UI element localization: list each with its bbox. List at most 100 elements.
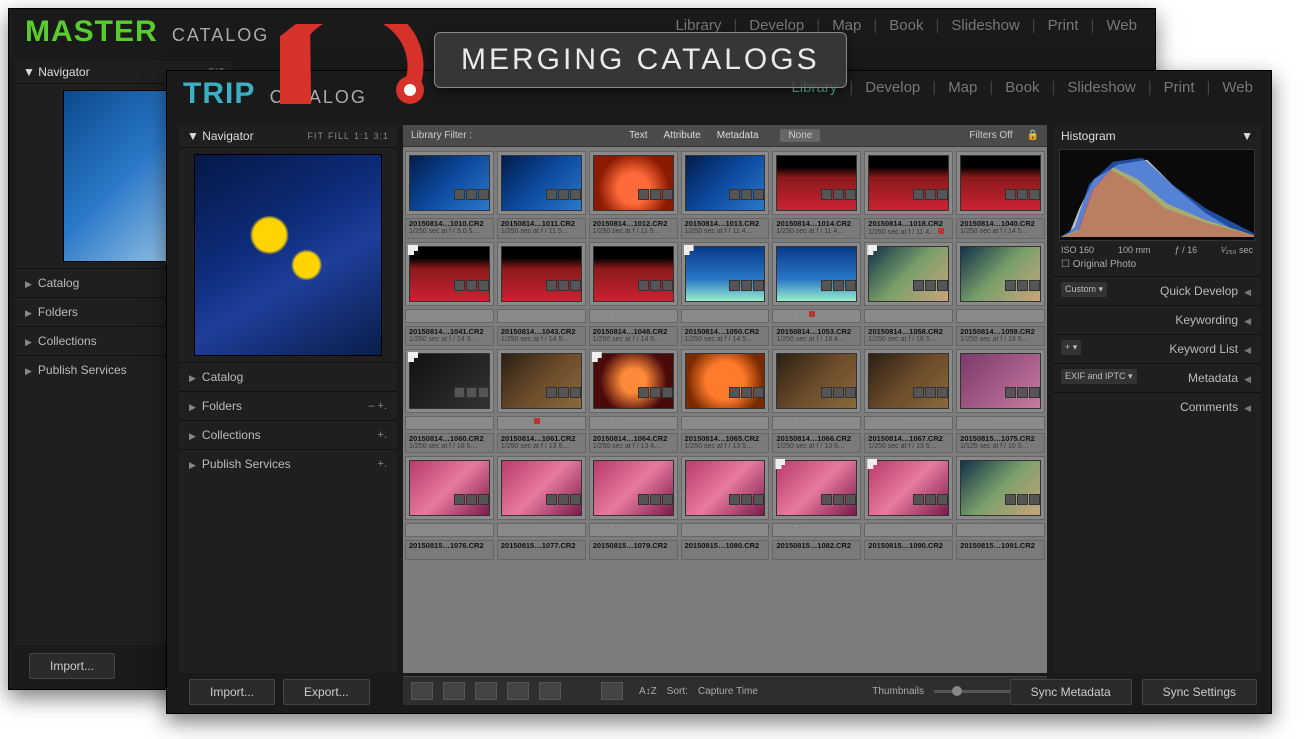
thumbnail-cell[interactable]: · · · · · [497, 416, 586, 430]
thumbnail-cell[interactable]: · · · · · [956, 309, 1045, 323]
thumbnail-cell[interactable]: 20150815…1077.CR2 [497, 540, 586, 560]
thumbnail-cell[interactable]: 20150814…1064.CR21/250 sec at f / 13 4… [589, 433, 678, 453]
thumbnail-cell[interactable]: · · · · · [405, 523, 494, 537]
thumbnail-cell[interactable] [864, 151, 953, 215]
thumbnail-cell[interactable] [681, 242, 770, 306]
view-compare-icon[interactable] [475, 682, 497, 700]
thumbnail-cell[interactable] [405, 349, 494, 413]
thumbnail-cell[interactable] [772, 349, 861, 413]
thumbnail-cell[interactable]: 20150814…1048.CR21/250 sec at f / 14 5… [589, 326, 678, 346]
module-web[interactable]: Web [1100, 17, 1143, 34]
thumbnail-cell[interactable]: · · · · · [405, 309, 494, 323]
thumbnail-cell[interactable]: 20150814…1041.CR21/250 sec at f / 14 3… [405, 326, 494, 346]
thumbnail-cell[interactable]: 20150815…1090.CR2 [864, 540, 953, 560]
panel-metadata[interactable]: EXIF and IPTC ▾Metadata◀ [1053, 363, 1261, 392]
thumbnail-cell[interactable]: · · · · · [589, 523, 678, 537]
thumbnail-cell[interactable] [864, 242, 953, 306]
thumbnail-cell[interactable]: 20150815…1079.CR2 [589, 540, 678, 560]
thumbnail-cell[interactable]: 20150815…1091.CR2 [956, 540, 1045, 560]
thumbnail-cell[interactable]: 20150815…1075.CR21/125 sec at f / 10 5… [956, 433, 1045, 453]
sort-value[interactable]: Capture Time [698, 686, 758, 697]
histogram-header[interactable]: Histogram▼ [1053, 125, 1261, 147]
thumbnail-cell[interactable]: · · · · · [497, 523, 586, 537]
thumbnail-cell[interactable]: 20150814…1018.CR21/250 sec at f / 11 4… [864, 218, 953, 239]
thumbnail-cell[interactable] [681, 151, 770, 215]
thumbnail-cell[interactable]: · · · · · [772, 416, 861, 430]
thumbnail-cell[interactable]: · · · · · [864, 416, 953, 430]
import-button-trip[interactable]: Import... [189, 679, 275, 705]
panel-keyword-list[interactable]: + ▾Keyword List◀ [1053, 334, 1261, 363]
navigator-preview-trip[interactable] [194, 154, 382, 356]
panel-folders[interactable]: ▶Folders– +. [179, 391, 397, 420]
view-people-icon[interactable] [539, 682, 561, 700]
thumbnail-cell[interactable]: 20150814…1014.CR21/250 sec at f / 11 4… [772, 218, 861, 239]
thumbnail-cell[interactable] [589, 456, 678, 520]
sync-settings-button[interactable]: Sync Settings [1142, 679, 1257, 705]
view-survey-icon[interactable] [507, 682, 529, 700]
export-button-trip[interactable]: Export... [283, 679, 370, 705]
thumbnail-cell[interactable]: 20150815…1076.CR2 [405, 540, 494, 560]
sort-az-icon[interactable]: A↕Z [639, 686, 657, 697]
thumbnail-cell[interactable]: · · · · · [956, 416, 1045, 430]
thumbnail-cell[interactable]: · · · · · [681, 523, 770, 537]
thumbnail-cell[interactable] [772, 151, 861, 215]
panel-keywording[interactable]: Keywording◀ [1053, 305, 1261, 334]
thumbnail-cell[interactable]: 20150814…1065.CR21/250 sec at f / 13 5… [681, 433, 770, 453]
thumbnail-cell[interactable] [405, 456, 494, 520]
import-button-master[interactable]: Import... [29, 653, 115, 679]
thumbnail-cell[interactable]: 20150814…1060.CR21/250 sec at f / 18 5… [405, 433, 494, 453]
thumbnail-cell[interactable]: 20150814…1012.CR21/250 sec at f / 11 5… [589, 218, 678, 239]
thumbnail-cell[interactable] [956, 242, 1045, 306]
thumbnail-cell[interactable]: 20150814…1011.CR21/250 sec at f / 11 5… [497, 218, 586, 239]
module-slideshow[interactable]: Slideshow [945, 17, 1025, 34]
thumbnail-cell[interactable] [497, 456, 586, 520]
thumbnail-cell[interactable]: 20150814…1053.CR21/250 sec at f / 18 4… [772, 326, 861, 346]
thumbnail-cell[interactable]: · · · · · [405, 416, 494, 430]
thumbnail-cell[interactable] [589, 349, 678, 413]
thumbnail-cell[interactable]: · · · · · [681, 416, 770, 430]
panel-publish-services[interactable]: ▶Publish Services+. [179, 449, 397, 478]
thumbnail-cell[interactable] [956, 456, 1045, 520]
thumbnail-cell[interactable]: · · · · · [864, 309, 953, 323]
navigator-opts-trip[interactable]: FITFILL1:13:1 [303, 131, 389, 141]
thumbnail-cell[interactable] [405, 242, 494, 306]
filters-off[interactable]: Filters Off [969, 130, 1012, 141]
thumbnail-cell[interactable]: 20150814…1013.CR21/250 sec at f / 11 4… [681, 218, 770, 239]
lock-icon[interactable]: 🔒 [1027, 130, 1039, 141]
thumbnail-cell[interactable]: 20150814…1058.CR21/250 sec at f / 18 5… [864, 326, 953, 346]
thumbnail-cell[interactable]: · · · · · [772, 523, 861, 537]
filter-text[interactable]: Text [629, 130, 647, 141]
thumbnail-cell[interactable] [864, 349, 953, 413]
thumbnail-cell[interactable] [956, 349, 1045, 413]
thumbnail-cell[interactable]: 20150815…1080.CR2 [681, 540, 770, 560]
module-develop[interactable]: Develop [859, 79, 926, 96]
view-grid-icon[interactable] [411, 682, 433, 700]
thumbnail-cell[interactable] [497, 349, 586, 413]
thumbnail-cell[interactable]: 20150814…1043.CR21/250 sec at f / 14 5… [497, 326, 586, 346]
module-book[interactable]: Book [999, 79, 1045, 96]
thumbnail-cell[interactable] [405, 151, 494, 215]
thumbnail-cell[interactable] [589, 151, 678, 215]
thumbnail-grid[interactable]: 20150814…1010.CR21/250 sec at f / 9.0 5…… [403, 147, 1047, 673]
thumbnail-cell[interactable]: 20150814…1010.CR21/250 sec at f / 9.0 5… [405, 218, 494, 239]
sync-metadata-button[interactable]: Sync Metadata [1010, 679, 1132, 705]
thumbnail-cell[interactable]: 20150814…1061.CR21/250 sec at f / 13 5… [497, 433, 586, 453]
histogram[interactable] [1059, 149, 1255, 241]
thumbnail-cell[interactable] [497, 151, 586, 215]
thumbnail-cell[interactable]: · · · · · [681, 309, 770, 323]
thumbnail-cell[interactable]: 20150814…1050.CR21/250 sec at f / 14 5… [681, 326, 770, 346]
navigator-header-trip[interactable]: ▼ Navigator FITFILL1:13:1 [179, 125, 397, 148]
thumbnail-cell[interactable] [772, 456, 861, 520]
thumbnail-cell[interactable]: 20150815…1082.CR2 [772, 540, 861, 560]
thumbnail-cell[interactable] [956, 151, 1045, 215]
filter-none[interactable]: None [780, 129, 820, 142]
thumbnail-cell[interactable] [497, 242, 586, 306]
thumbnail-cell[interactable]: · · · · · [589, 309, 678, 323]
thumbnail-cell[interactable] [681, 456, 770, 520]
thumbnail-cell[interactable]: · · · · · [864, 523, 953, 537]
thumbnail-cell[interactable] [772, 242, 861, 306]
thumbnail-cell[interactable]: · · · · · [589, 416, 678, 430]
original-photo-check[interactable]: ☐ Original Photo [1053, 257, 1261, 276]
thumbnail-cell[interactable]: · · · · · [772, 309, 861, 323]
thumbnail-cell[interactable]: · · · · · [497, 309, 586, 323]
